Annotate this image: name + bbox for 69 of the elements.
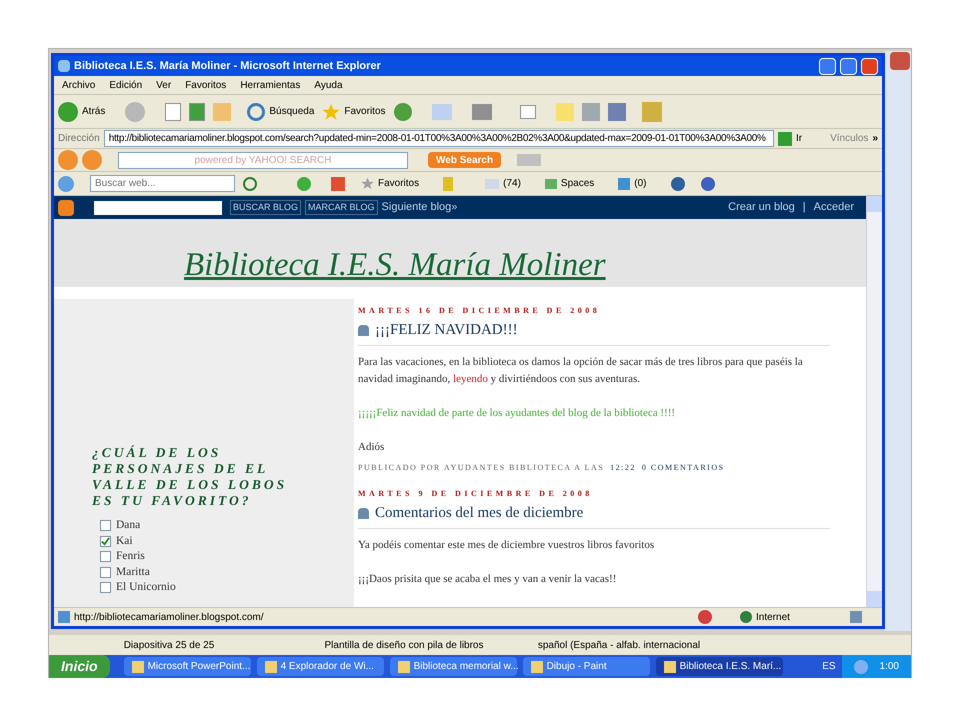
taskbar-button[interactable]: Dibujo - Paint — [522, 657, 650, 676]
menu-item[interactable]: Ver — [156, 78, 172, 92]
window-title: Biblioteca I.E.S. María Moliner - Microsoft Internet Explorer — [74, 58, 381, 74]
post-date: MARTES 9 DE DICIEMBRE DE 2008 — [358, 488, 594, 500]
contacts-button[interactable]: (0) — [618, 176, 647, 191]
address-label: Dirección — [58, 132, 100, 146]
checkbox[interactable] — [100, 536, 111, 547]
mail-button[interactable]: (74) — [485, 176, 521, 191]
post-title[interactable]: ¡¡¡FELIZ NAVIDAD!!! — [375, 321, 518, 339]
search-field[interactable]: Buscar web... — [90, 175, 235, 192]
paragraph: ¡¡¡¡¡Feliz navidad de parte de los ayudantes del blog de la biblioteca !!!! — [358, 406, 676, 421]
post-date: MARTES 16 DE DICIEMBRE DE 2008 — [358, 305, 602, 317]
time-link[interactable]: 12:22 — [610, 462, 636, 474]
separator: | — [802, 200, 806, 216]
option-label[interactable]: El Unicornio — [116, 579, 176, 596]
menu-item[interactable]: Favoritos — [185, 78, 226, 92]
checkbox[interactable] — [100, 566, 111, 578]
minimize-button[interactable] — [819, 58, 836, 74]
create-blog-link[interactable]: Crear un blog — [728, 199, 795, 216]
checkbox[interactable] — [100, 520, 111, 532]
status-text: spañol (España - alfab. internacional — [536, 638, 702, 652]
star-icon — [322, 102, 340, 120]
paragraph: ¡¡¡Daos prisita que se acaba el mes y van a venir la vacas!! — [358, 572, 618, 587]
taskbar-button[interactable]: Microsoft PowerPoint... — [124, 657, 251, 676]
status-text: http://bibliotecamariamoliner.blogspot.com/ — [74, 610, 264, 624]
post-byline: PUBLICADO POR AYUDANTES BIBLIOTECA A LAS — [358, 462, 604, 474]
option-label[interactable]: Fenris — [116, 548, 145, 566]
poll-question: ¿CUÁL DE LOS PERSONAJES DE EL VALLE DE LOS LOBOS ES TU FAVORITO? — [92, 445, 288, 509]
start-button[interactable]: Inicio — [49, 655, 110, 678]
taskbar-button[interactable]: Biblioteca memorial w... — [390, 657, 517, 676]
paragraph: Adiós — [358, 440, 386, 455]
blog-search-field[interactable] — [94, 200, 222, 214]
search-button[interactable]: Búsqueda — [247, 102, 314, 120]
option-label[interactable]: Dana — [116, 517, 140, 534]
spaces-button[interactable]: Spaces — [544, 176, 594, 191]
paragraph: Ya podéis comentar este mes de diciembre vuestros libros favoritos — [358, 538, 656, 553]
status-text: Diapositiva 25 de 25 — [122, 638, 216, 652]
blog-title[interactable]: Biblioteca I.E.S. María Moliner — [184, 249, 606, 282]
post-title[interactable]: Comentarios del mes de diciembre — [375, 504, 584, 522]
next-blog-link[interactable]: Siguiente blog» — [382, 199, 458, 216]
checkbox[interactable] — [100, 582, 111, 594]
search-field[interactable]: powered by YAHOO! SEARCH — [118, 152, 408, 168]
status-text: Plantilla de diseño con pila de libros — [324, 638, 484, 652]
more-links[interactable]: » — [872, 131, 878, 146]
menu-item[interactable]: Archivo — [62, 78, 96, 92]
navbar-button[interactable]: BUSCAR BLOG — [230, 200, 302, 216]
favorites-button[interactable]: Favoritos — [322, 102, 386, 120]
paragraph: Para las vacaciones, en la biblioteca os damos la opción de sacar más de tres libros para que paséis la navidad imaginando, leyendo y divirtiéndoos con sus aventuras. — [358, 355, 804, 387]
checkbox[interactable] — [100, 551, 111, 562]
menu-item[interactable]: Edición — [109, 78, 142, 92]
link[interactable]: leyendo — [453, 373, 488, 385]
close-button[interactable] — [861, 58, 878, 74]
option-label[interactable]: Maritta — [116, 564, 150, 581]
option-label[interactable]: Kai — [116, 532, 133, 550]
address-field[interactable]: http://bibliotecamariamoliner.blogspot.com/search?updated-min=2008-01-01T00%3A00%3A00%2B02%3A00&updated-max=2009-01-01T00%3A00%3A00% — [104, 130, 774, 147]
login-link[interactable]: Acceder — [814, 199, 854, 216]
clock: 1:00 — [880, 660, 899, 674]
taskbar-button[interactable]: Biblioteca I.E.S. Marí... — [656, 657, 783, 676]
star-icon — [361, 177, 374, 190]
favorites-button[interactable]: Favoritos — [361, 176, 420, 191]
navbar-button[interactable]: MARCAR BLOG — [305, 200, 378, 216]
language-indicator[interactable]: ES — [822, 659, 836, 674]
comments-link[interactable]: 0 COMENTARIOS — [642, 462, 725, 474]
zone-label: Internet — [756, 610, 791, 624]
menu-item[interactable]: Ayuda — [314, 78, 343, 92]
back-button[interactable]: Atrás — [58, 102, 106, 122]
maximize-button[interactable] — [840, 58, 857, 74]
menu-item[interactable]: Herramientas — [240, 78, 300, 92]
taskbar-button[interactable]: 4 Explorador de Wi... — [256, 657, 384, 676]
